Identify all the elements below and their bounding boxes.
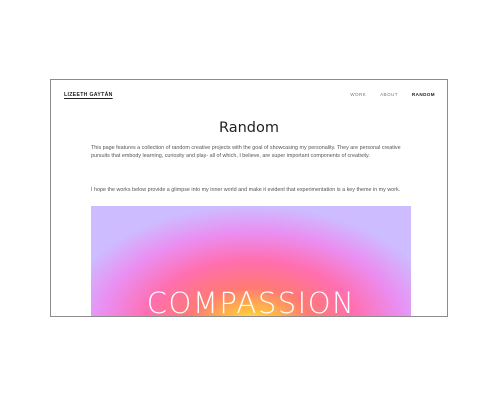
main-nav: WORK ABOUT RANDOM	[350, 92, 435, 97]
browser-frame: LIZEETH GAYTÁN WORK ABOUT RANDOM Random …	[50, 79, 448, 317]
intro-paragraph: This page features a collection of rando…	[91, 145, 401, 160]
hero-word: COMPASSION	[146, 286, 356, 317]
page-title: Random	[218, 120, 280, 136]
nav-item-about[interactable]: ABOUT	[380, 92, 398, 97]
nav-item-random[interactable]: RANDOM	[412, 92, 435, 97]
site-logo[interactable]: LIZEETH GAYTÁN	[64, 92, 113, 98]
nav-item-work[interactable]: WORK	[350, 92, 366, 97]
intro-paragraph-2: I hope the works below provide a glimpse…	[91, 187, 401, 193]
hero-artwork[interactable]: COMPASSION	[91, 206, 411, 317]
